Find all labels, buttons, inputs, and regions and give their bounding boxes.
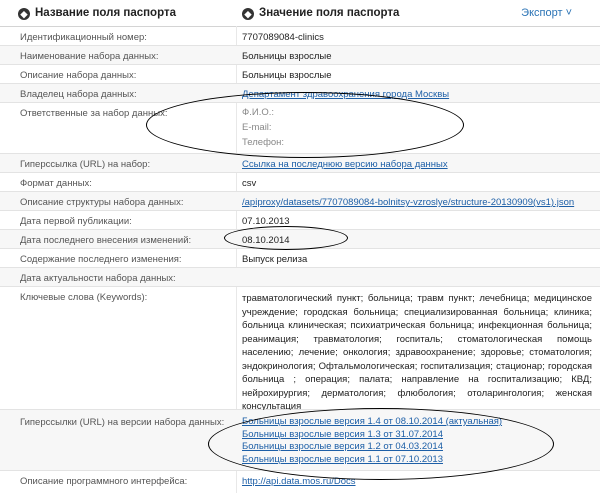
row-value: Выпуск релиза bbox=[242, 254, 308, 265]
row-value: Больницы взрослые bbox=[242, 70, 332, 81]
row-label: Описание программного интерфейса: bbox=[20, 476, 188, 487]
header-col-field-value[interactable]: ◆ Значение поля паспорта bbox=[242, 0, 399, 26]
table-row: Ключевые слова (Keywords): травматологич… bbox=[0, 287, 600, 412]
row-label: Дата последнего внесения изменений: bbox=[20, 235, 192, 246]
table-row: Описание набора данных: Больницы взрослы… bbox=[0, 65, 600, 84]
owner-link[interactable]: Департамент здравоохранения города Москв… bbox=[242, 89, 449, 100]
export-dropdown[interactable]: Экспорт ˅ bbox=[521, 0, 572, 26]
row-label: Описание структуры набора данных: bbox=[20, 197, 184, 208]
row-label: Идентификационный номер: bbox=[20, 32, 147, 43]
row-label: Дата актуальности набора данных: bbox=[20, 273, 176, 284]
row-label: Владелец набора данных: bbox=[20, 89, 137, 100]
table-row: Формат данных: csv bbox=[0, 173, 600, 192]
table-row: Идентификационный номер: 7707089084-clin… bbox=[0, 27, 600, 46]
table-row: Наименование набора данных: Больницы взр… bbox=[0, 46, 600, 65]
row-value: 07.10.2013 bbox=[242, 216, 290, 227]
sort-icon: ◆ bbox=[18, 8, 30, 20]
table-row: Гиперссылка (URL) на набор: Ссылка на по… bbox=[0, 154, 600, 173]
table-row: Ответственные за набор данных: Ф.И.О.: E… bbox=[0, 103, 600, 154]
table-row: Дата первой публикации: 07.10.2013 bbox=[0, 211, 600, 230]
row-label: Описание набора данных: bbox=[20, 70, 137, 81]
version-link[interactable]: Больницы взрослые версия 1.1 от 07.10.20… bbox=[242, 454, 443, 465]
row-value: 7707089084-clinics bbox=[242, 32, 324, 43]
row-label: Формат данных: bbox=[20, 178, 92, 189]
api-docs-link[interactable]: http://api.data.mos.ru/Docs bbox=[242, 476, 356, 487]
structure-link[interactable]: /apiproxy/datasets/7707089084-bolnitsy-v… bbox=[242, 197, 574, 208]
table-row: Описание структуры набора данных: /apipr… bbox=[0, 192, 600, 211]
table-row: Дата последнего внесения изменений: 08.1… bbox=[0, 230, 600, 249]
row-label: Ключевые слова (Keywords): bbox=[20, 292, 148, 303]
row-value: Больницы взрослые bbox=[242, 51, 332, 62]
table-row: Гиперссылки (URL) на версии набора данны… bbox=[0, 410, 600, 471]
row-label: Гиперссылка (URL) на набор: bbox=[20, 159, 151, 170]
row-label: Дата первой публикации: bbox=[20, 216, 132, 227]
sort-icon: ◆ bbox=[242, 8, 254, 20]
version-link[interactable]: Больницы взрослые версия 1.4 от 08.10.20… bbox=[242, 416, 502, 427]
passport-table: ◆ Название поля паспорта ◆ Значение поля п… bbox=[0, 0, 600, 493]
keywords-value: травматологический пункт; больница; трав… bbox=[242, 293, 592, 412]
row-label: Наименование набора данных: bbox=[20, 51, 159, 62]
fio-label: Ф.И.О.: bbox=[242, 107, 274, 118]
version-link[interactable]: Больницы взрослые версия 1.2 от 04.03.20… bbox=[242, 441, 443, 452]
dataset-link[interactable]: Ссылка на последнюю версию набора данных bbox=[242, 159, 448, 170]
row-value: 08.10.2014 bbox=[242, 235, 290, 246]
table-row: Содержание последнего изменения: Выпуск … bbox=[0, 249, 600, 268]
chevron-down-icon: ˅ bbox=[565, 7, 572, 19]
table-row: Владелец набора данных: Департамент здра… bbox=[0, 84, 600, 103]
email-label: E-mail: bbox=[242, 122, 272, 133]
table-row: Дата актуальности набора данных: bbox=[0, 268, 600, 287]
row-label: Ответственные за набор данных: bbox=[20, 108, 168, 119]
table-row: Описание программного интерфейса: http:/… bbox=[0, 471, 600, 493]
table-header: ◆ Название поля паспорта ◆ Значение поля п… bbox=[0, 0, 600, 27]
phone-label: Телефон: bbox=[242, 137, 285, 148]
row-value: csv bbox=[242, 178, 257, 189]
row-label: Содержание последнего изменения: bbox=[20, 254, 182, 265]
row-label: Гиперссылки (URL) на версии набора данны… bbox=[20, 417, 225, 428]
header-col-field-name[interactable]: ◆ Название поля паспорта bbox=[18, 0, 176, 26]
version-link[interactable]: Больницы взрослые версия 1.3 от 31.07.20… bbox=[242, 429, 443, 440]
